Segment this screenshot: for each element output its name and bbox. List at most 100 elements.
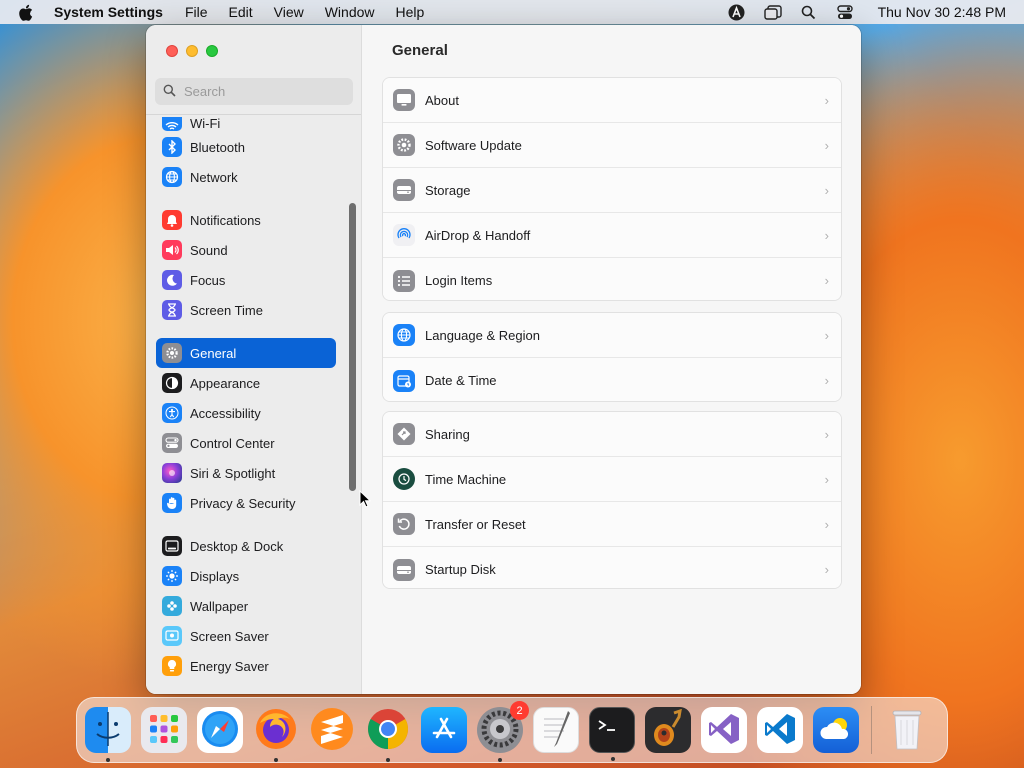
sidebar-item-notifications[interactable]: Notifications <box>156 205 336 235</box>
sidebar-item-accessibility[interactable]: Accessibility <box>156 398 336 428</box>
dock-safari[interactable] <box>197 707 243 753</box>
dock-app-store[interactable] <box>421 707 467 753</box>
dock-terminal[interactable] <box>589 707 635 761</box>
sidebar-item-focus[interactable]: Focus <box>156 265 336 295</box>
mouse-cursor-icon <box>359 489 372 511</box>
row-about[interactable]: About › <box>383 78 841 123</box>
dock-system-settings[interactable]: 2 <box>477 701 529 762</box>
control-center-icon <box>162 433 182 453</box>
dock-sublime[interactable] <box>309 707 355 753</box>
chevron-right-icon: › <box>824 137 829 153</box>
row-login-items[interactable]: Login Items › <box>383 258 841 300</box>
menu-file[interactable]: File <box>185 4 208 20</box>
search-placeholder: Search <box>184 84 226 99</box>
row-software-update[interactable]: Software Update › <box>383 123 841 168</box>
spotlight-search-icon[interactable] <box>800 3 818 21</box>
user-account-icon[interactable] <box>728 3 746 21</box>
dock-weather[interactable] <box>813 707 859 753</box>
hand-icon <box>162 493 182 513</box>
chevron-right-icon: › <box>824 92 829 108</box>
menu-view[interactable]: View <box>274 4 304 20</box>
sidebar-item-label: Network <box>190 169 238 185</box>
sidebar-item-control-center[interactable]: Control Center <box>156 428 336 458</box>
control-center-menu-icon[interactable] <box>836 3 854 21</box>
sidebar-item-sound[interactable]: Sound <box>156 235 336 265</box>
sidebar-item-label: Accessibility <box>190 405 261 421</box>
dock-separator <box>871 706 872 754</box>
siri-icon <box>162 463 182 483</box>
garageband-icon <box>650 708 686 752</box>
row-time-machine[interactable]: Time Machine › <box>383 457 841 502</box>
sidebar-item-network[interactable]: Network <box>156 162 336 192</box>
sidebar-item-siri-spotlight[interactable]: Siri & Spotlight <box>156 458 336 488</box>
row-label: Sharing <box>425 426 470 442</box>
chevron-right-icon: › <box>824 562 829 577</box>
safari-icon <box>200 709 240 752</box>
zoom-button[interactable] <box>206 45 218 57</box>
sidebar-item-appearance[interactable]: Appearance <box>156 368 336 398</box>
weather-icon <box>818 715 854 746</box>
settings-group: Language & Region › Date & Time › <box>382 312 842 402</box>
menu-help[interactable]: Help <box>396 4 425 20</box>
gear-icon <box>162 343 182 363</box>
running-indicator <box>611 757 615 761</box>
dock-finder[interactable] <box>85 707 131 762</box>
row-label: Transfer or Reset <box>425 516 526 532</box>
dock-garageband[interactable] <box>645 707 691 753</box>
globe-icon <box>393 324 415 346</box>
startup-disk-icon <box>393 558 415 581</box>
chrome-icon <box>367 708 409 753</box>
sidebar-item-label: Siri & Spotlight <box>190 465 276 481</box>
chevron-right-icon: › <box>824 516 829 532</box>
dock-vscode[interactable] <box>757 707 803 753</box>
minimize-button[interactable] <box>186 45 198 57</box>
chevron-right-icon: › <box>824 182 829 198</box>
sidebar-item-label: Control Center <box>190 435 275 451</box>
row-startup-disk[interactable]: Startup Disk › <box>383 547 841 588</box>
sidebar-item-label: Focus <box>190 272 226 288</box>
menu-edit[interactable]: Edit <box>229 4 253 20</box>
sidebar-item-wifi[interactable]: Wi-Fi <box>156 117 336 131</box>
sidebar-item-privacy-security[interactable]: Privacy & Security <box>156 488 336 518</box>
chevron-right-icon: › <box>824 373 829 388</box>
close-button[interactable] <box>166 45 178 57</box>
sidebar-item-displays[interactable]: Displays <box>156 561 336 591</box>
sidebar-scrollbar[interactable] <box>349 203 356 491</box>
dock-trash[interactable] <box>884 707 930 753</box>
row-date-time[interactable]: Date & Time › <box>383 358 841 401</box>
main-content: General About › Software Update › Storag… <box>362 25 861 694</box>
sidebar-item-screen-saver[interactable]: Screen Saver <box>156 621 336 651</box>
dock-launchpad[interactable] <box>141 707 187 753</box>
sidebar-item-label: Appearance <box>190 375 261 391</box>
menu-app-name[interactable]: System Settings <box>54 4 163 20</box>
row-label: Time Machine <box>425 471 507 487</box>
chevron-right-icon: › <box>824 327 829 343</box>
row-storage[interactable]: Storage › <box>383 168 841 213</box>
row-language-region[interactable]: Language & Region › <box>383 313 841 358</box>
sidebar-item-screen-time[interactable]: Screen Time <box>156 295 336 325</box>
menu-clock[interactable]: Thu Nov 30 2:48 PM <box>878 4 1006 20</box>
running-indicator <box>498 758 502 762</box>
dock-chrome[interactable] <box>365 707 411 762</box>
sidebar-item-general[interactable]: General <box>156 338 336 368</box>
sidebar-item-wallpaper[interactable]: Wallpaper <box>156 591 336 621</box>
row-sharing[interactable]: Sharing › <box>383 412 841 457</box>
gear-badge-icon <box>393 134 415 156</box>
dock: 2 <box>76 697 948 763</box>
menu-window[interactable]: Window <box>325 4 375 20</box>
dock-visual-studio[interactable] <box>701 707 747 753</box>
sidebar-item-energy-saver[interactable]: Energy Saver <box>156 651 336 681</box>
notification-badge: 2 <box>510 701 529 720</box>
dock-firefox[interactable] <box>253 707 299 762</box>
search-input[interactable]: Search <box>155 78 353 105</box>
sidebar-item-desktop-dock[interactable]: Desktop & Dock <box>156 531 336 561</box>
row-transfer-reset[interactable]: Transfer or Reset › <box>383 502 841 547</box>
stage-manager-icon[interactable] <box>763 3 782 21</box>
dock-textedit[interactable] <box>533 707 579 753</box>
running-indicator <box>106 758 110 762</box>
row-airdrop-handoff[interactable]: AirDrop & Handoff › <box>383 213 841 258</box>
row-label: Date & Time <box>425 373 497 388</box>
apple-menu-icon[interactable] <box>18 4 34 21</box>
appearance-icon <box>162 373 182 393</box>
sidebar-item-bluetooth[interactable]: Bluetooth <box>156 132 336 162</box>
